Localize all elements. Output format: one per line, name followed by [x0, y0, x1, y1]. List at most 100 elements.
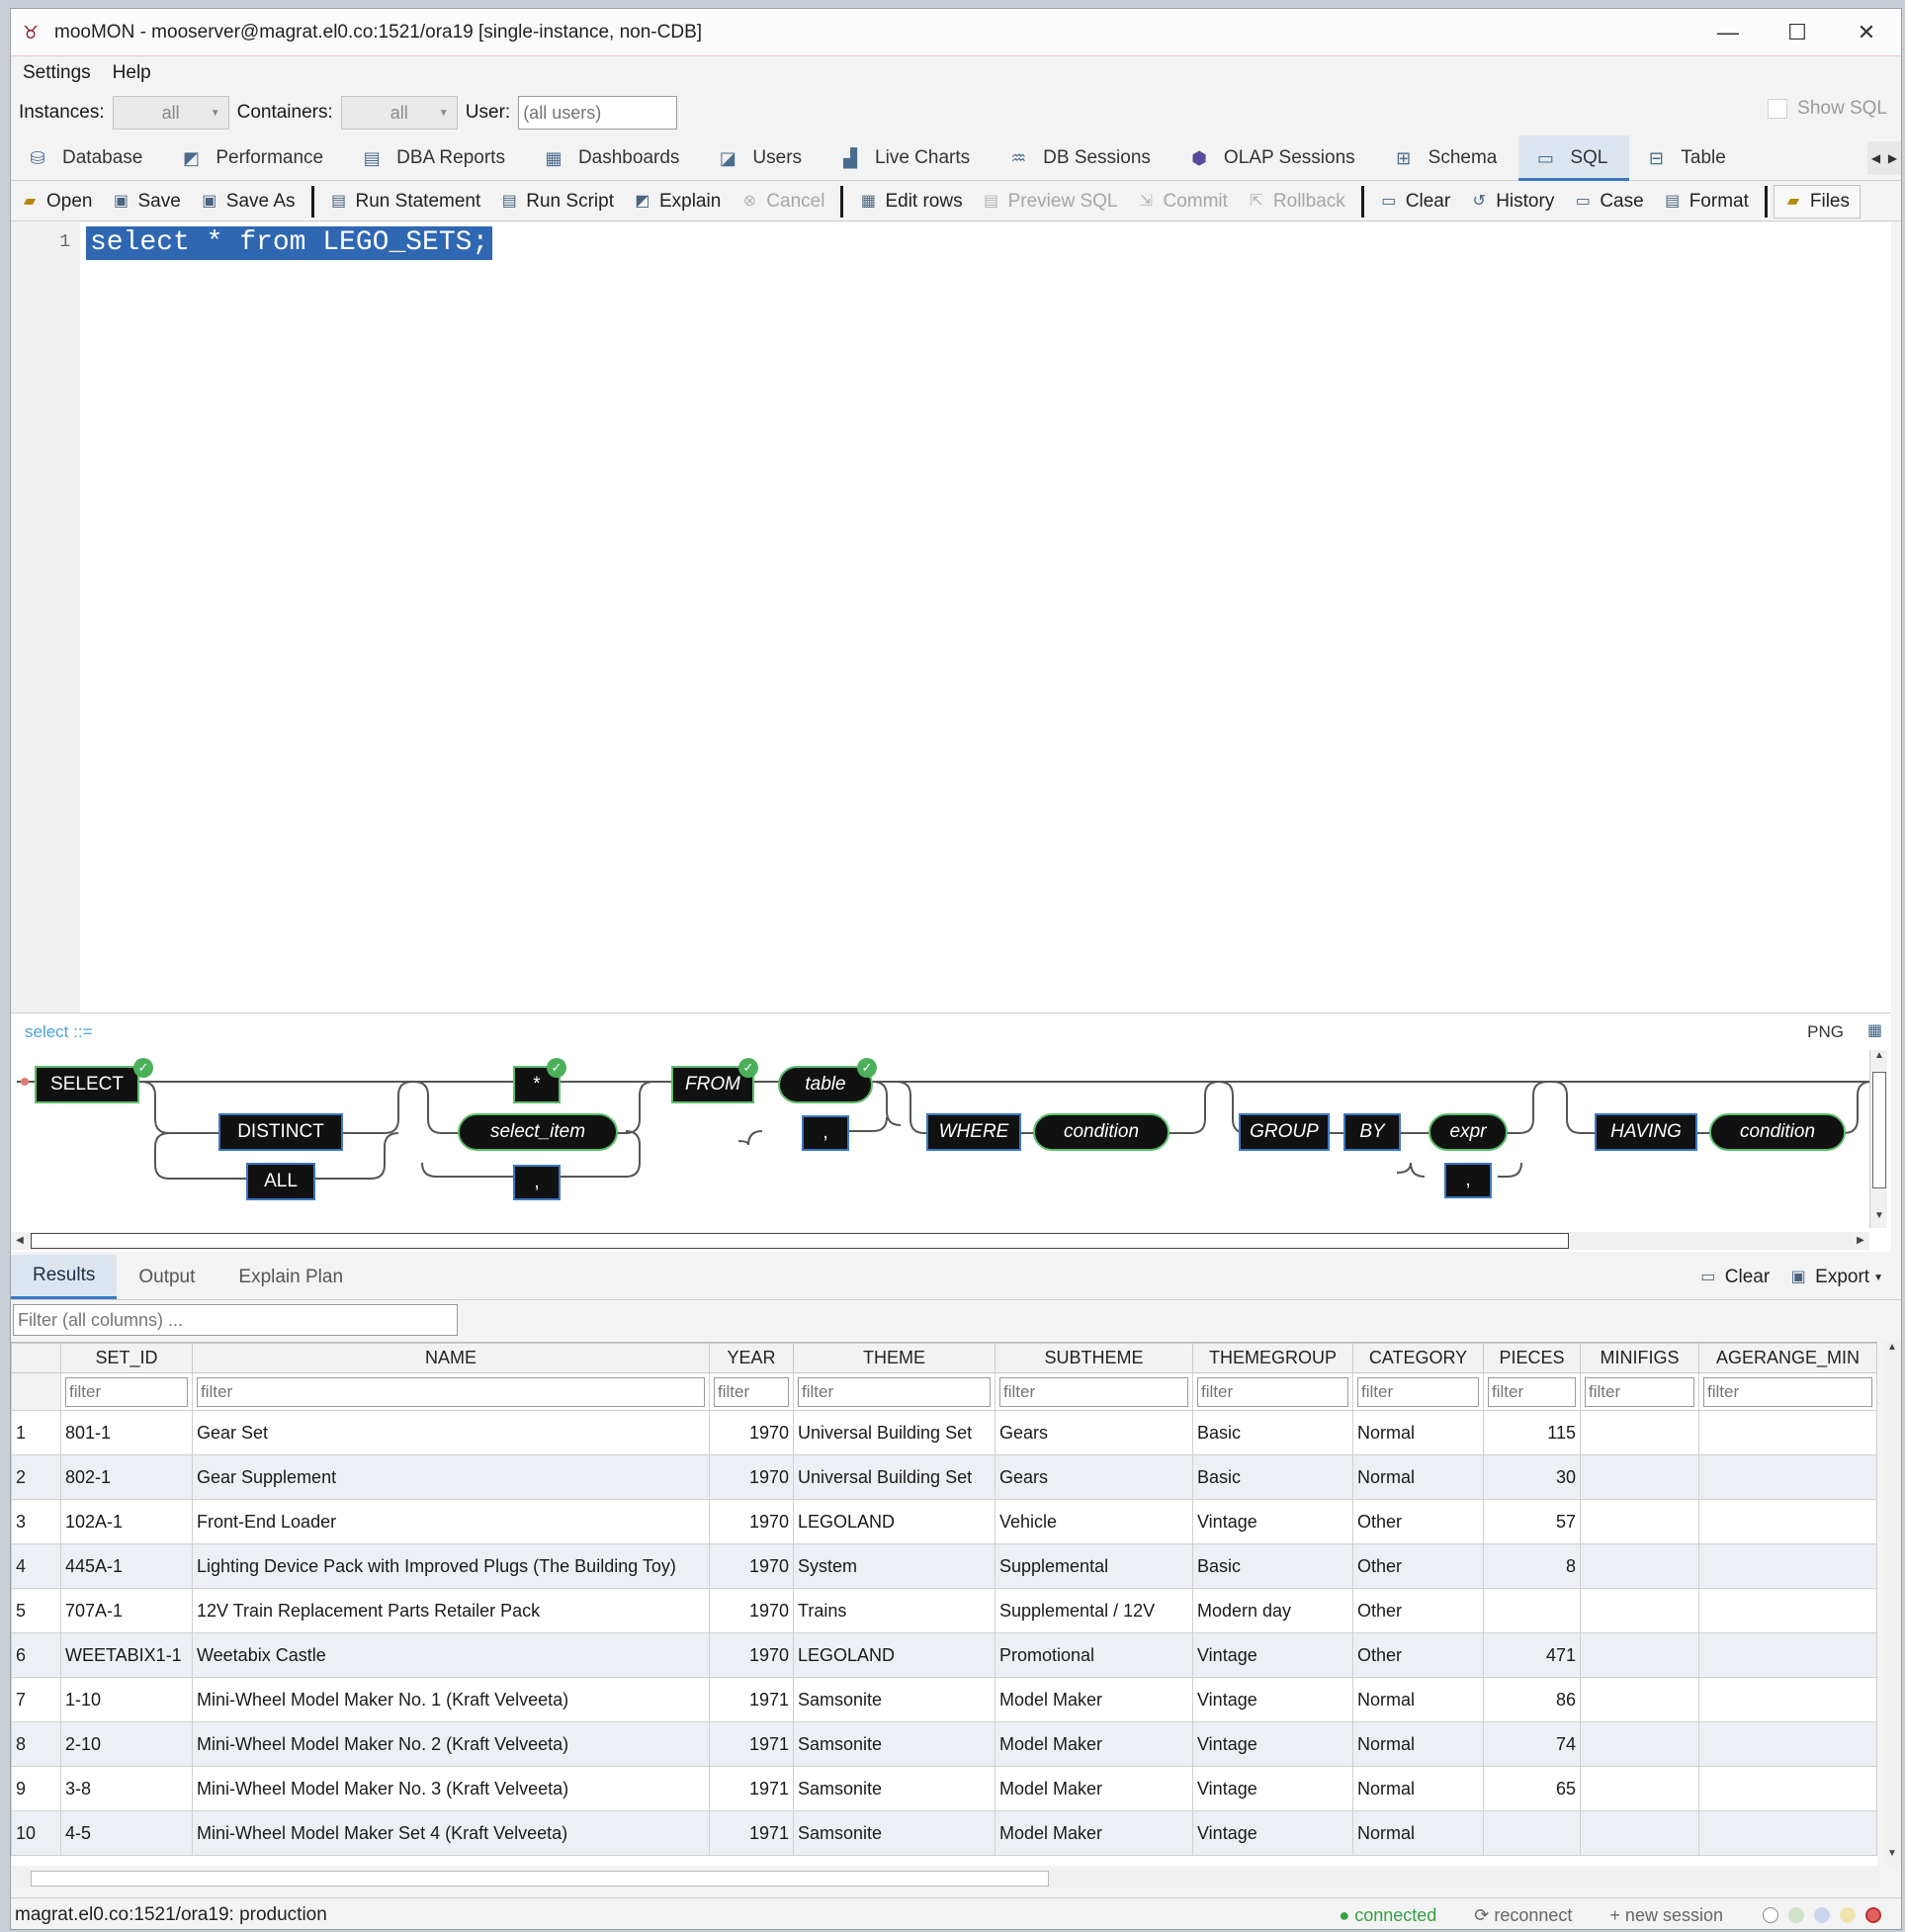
user-input[interactable]: [518, 96, 678, 130]
table-row[interactable]: 8 2-10 Mini-Wheel Model Maker No. 2 (Kraft…: [11, 1721, 1877, 1767]
new-session-link[interactable]: + new session: [1609, 1905, 1723, 1926]
grid-horizontal-scrollbar[interactable]: [11, 1870, 1879, 1888]
table-cell[interactable]: Gear Set: [192, 1410, 710, 1455]
table-cell[interactable]: [1580, 1410, 1699, 1455]
column-header[interactable]: CATEGORY: [1352, 1343, 1484, 1373]
table-cell[interactable]: 4-5: [60, 1810, 193, 1856]
table-cell[interactable]: Vintage: [1192, 1632, 1353, 1678]
table-cell[interactable]: Universal Building Set: [793, 1410, 996, 1455]
row-number[interactable]: 3: [11, 1499, 61, 1544]
table-cell[interactable]: [1580, 1543, 1699, 1589]
table-row[interactable]: 9 3-8 Mini-Wheel Model Maker No. 3 (Kraft …: [11, 1766, 1877, 1811]
png-export-label[interactable]: PNG: [1807, 1022, 1844, 1042]
table-cell[interactable]: [1698, 1721, 1877, 1767]
results-clear-button[interactable]: ▭ Clear: [1689, 1261, 1779, 1294]
table-cell[interactable]: Gears: [995, 1454, 1193, 1500]
show-sql-toggle[interactable]: Show SQL: [1768, 98, 1887, 120]
table-cell[interactable]: [1580, 1632, 1699, 1678]
grid-vertical-scrollbar[interactable]: ▲ ▼: [1883, 1342, 1901, 1866]
table-cell[interactable]: Supplemental / 12V: [995, 1588, 1193, 1633]
table-cell[interactable]: LEGOLAND: [793, 1499, 996, 1544]
column-filter-input[interactable]: [1703, 1376, 1872, 1407]
scroll-down-icon[interactable]: ▼: [1883, 1848, 1901, 1866]
table-cell[interactable]: Lighting Device Pack with Improved Plugs…: [192, 1543, 710, 1589]
table-cell[interactable]: 1970: [709, 1499, 794, 1544]
row-number[interactable]: 2: [11, 1454, 61, 1500]
column-filter-input[interactable]: [1357, 1376, 1479, 1407]
png-export-icon[interactable]: ▦: [1867, 1020, 1885, 1039]
table-cell[interactable]: 1971: [709, 1810, 794, 1856]
table-cell[interactable]: Other: [1352, 1632, 1484, 1678]
sql-code-selected[interactable]: select * from LEGO_SETS;: [86, 226, 493, 260]
table-cell[interactable]: [1698, 1677, 1877, 1722]
commit-button[interactable]: ⇲ Commit: [1127, 185, 1237, 219]
sql-editor[interactable]: 1 select * from LEGO_SETS;: [11, 222, 1891, 1013]
table-cell[interactable]: Normal: [1352, 1410, 1484, 1455]
tab-table[interactable]: ⊟ Table: [1629, 135, 1747, 180]
table-cell[interactable]: Basic: [1192, 1410, 1353, 1455]
table-cell[interactable]: [1580, 1499, 1699, 1544]
table-row[interactable]: 4 445A-1 Lighting Device Pack with Improve…: [11, 1543, 1877, 1589]
scroll-down-icon[interactable]: ▼: [1870, 1210, 1888, 1228]
column-header[interactable]: MINIFIGS: [1580, 1343, 1699, 1373]
menu-help[interactable]: Help: [113, 62, 151, 84]
table-cell[interactable]: [1580, 1677, 1699, 1722]
table-cell[interactable]: Vintage: [1192, 1810, 1353, 1856]
table-cell[interactable]: [1698, 1588, 1877, 1633]
menu-settings[interactable]: Settings: [23, 62, 91, 84]
row-number[interactable]: 6: [11, 1632, 61, 1678]
table-row[interactable]: 10 4-5 Mini-Wheel Model Maker Set 4 (Kraft…: [11, 1810, 1877, 1856]
tab-sql[interactable]: ▭ SQL: [1518, 135, 1630, 181]
filter-all-columns-input[interactable]: [13, 1304, 458, 1336]
row-number[interactable]: 5: [11, 1588, 61, 1633]
case-button[interactable]: ▭ Case: [1564, 185, 1653, 219]
tab-users[interactable]: ◪ Users: [701, 135, 823, 180]
export-button[interactable]: ▣ Export ▼: [1779, 1261, 1893, 1294]
column-header[interactable]: THEME: [793, 1343, 996, 1373]
format-button[interactable]: ▤ Format: [1654, 185, 1759, 219]
instances-combo[interactable]: all ▼: [112, 96, 229, 130]
table-cell[interactable]: Other: [1352, 1543, 1484, 1589]
row-number[interactable]: 10: [11, 1810, 61, 1856]
table-cell[interactable]: Normal: [1352, 1766, 1484, 1811]
table-cell[interactable]: [1580, 1721, 1699, 1767]
rollback-button[interactable]: ⇱ Rollback: [1238, 185, 1355, 219]
show-sql-checkbox[interactable]: [1768, 99, 1788, 119]
table-cell[interactable]: 65: [1483, 1766, 1581, 1811]
column-filter-input[interactable]: [714, 1376, 789, 1407]
table-cell[interactable]: [1698, 1543, 1877, 1589]
scroll-left-icon[interactable]: ◀: [11, 1232, 29, 1250]
scroll-thumb[interactable]: [31, 1871, 1049, 1887]
table-cell[interactable]: Model Maker: [995, 1766, 1193, 1811]
table-cell[interactable]: [1698, 1410, 1877, 1455]
table-cell[interactable]: 802-1: [60, 1454, 193, 1500]
tab-performance[interactable]: ◩ Performance: [164, 135, 345, 180]
tab-database[interactable]: ⛁ Database: [11, 135, 164, 180]
diagram-horizontal-scrollbar[interactable]: ◀ ▶: [11, 1232, 1869, 1250]
table-cell[interactable]: 86: [1483, 1677, 1581, 1722]
column-header[interactable]: NAME: [192, 1343, 710, 1373]
table-cell[interactable]: 445A-1: [60, 1543, 193, 1589]
tab-results[interactable]: Results: [11, 1255, 118, 1299]
table-cell[interactable]: [1580, 1810, 1699, 1856]
tab-explain-plan[interactable]: Explain Plan: [216, 1255, 365, 1299]
table-row[interactable]: 2 802-1 Gear Supplement 1970 Universal Build…: [11, 1454, 1877, 1500]
run-statement-button[interactable]: ▤ Run Statement: [320, 185, 491, 219]
table-cell[interactable]: Mini-Wheel Model Maker No. 3 (Kraft Velv…: [192, 1766, 710, 1811]
table-cell[interactable]: Promotional: [995, 1632, 1193, 1678]
table-cell[interactable]: Universal Building Set: [793, 1454, 996, 1500]
table-cell[interactable]: Trains: [793, 1588, 996, 1633]
table-cell[interactable]: WEETABIX1-1: [60, 1632, 193, 1678]
table-cell[interactable]: Model Maker: [995, 1721, 1193, 1767]
containers-combo[interactable]: all ▼: [340, 96, 458, 130]
tab-scroll-right-icon[interactable]: ▶: [1884, 141, 1901, 175]
clear-button[interactable]: ▭ Clear: [1370, 185, 1460, 219]
scroll-thumb[interactable]: [31, 1233, 1569, 1249]
table-cell[interactable]: Weetabix Castle: [192, 1632, 710, 1678]
table-cell[interactable]: 1971: [709, 1721, 794, 1767]
tab-dashboards[interactable]: ▦ Dashboards: [527, 135, 701, 180]
table-cell[interactable]: Mini-Wheel Model Maker No. 2 (Kraft Velv…: [192, 1721, 710, 1767]
table-cell[interactable]: 707A-1: [60, 1588, 193, 1633]
column-header[interactable]: PIECES: [1483, 1343, 1581, 1373]
table-cell[interactable]: 801-1: [60, 1410, 193, 1455]
